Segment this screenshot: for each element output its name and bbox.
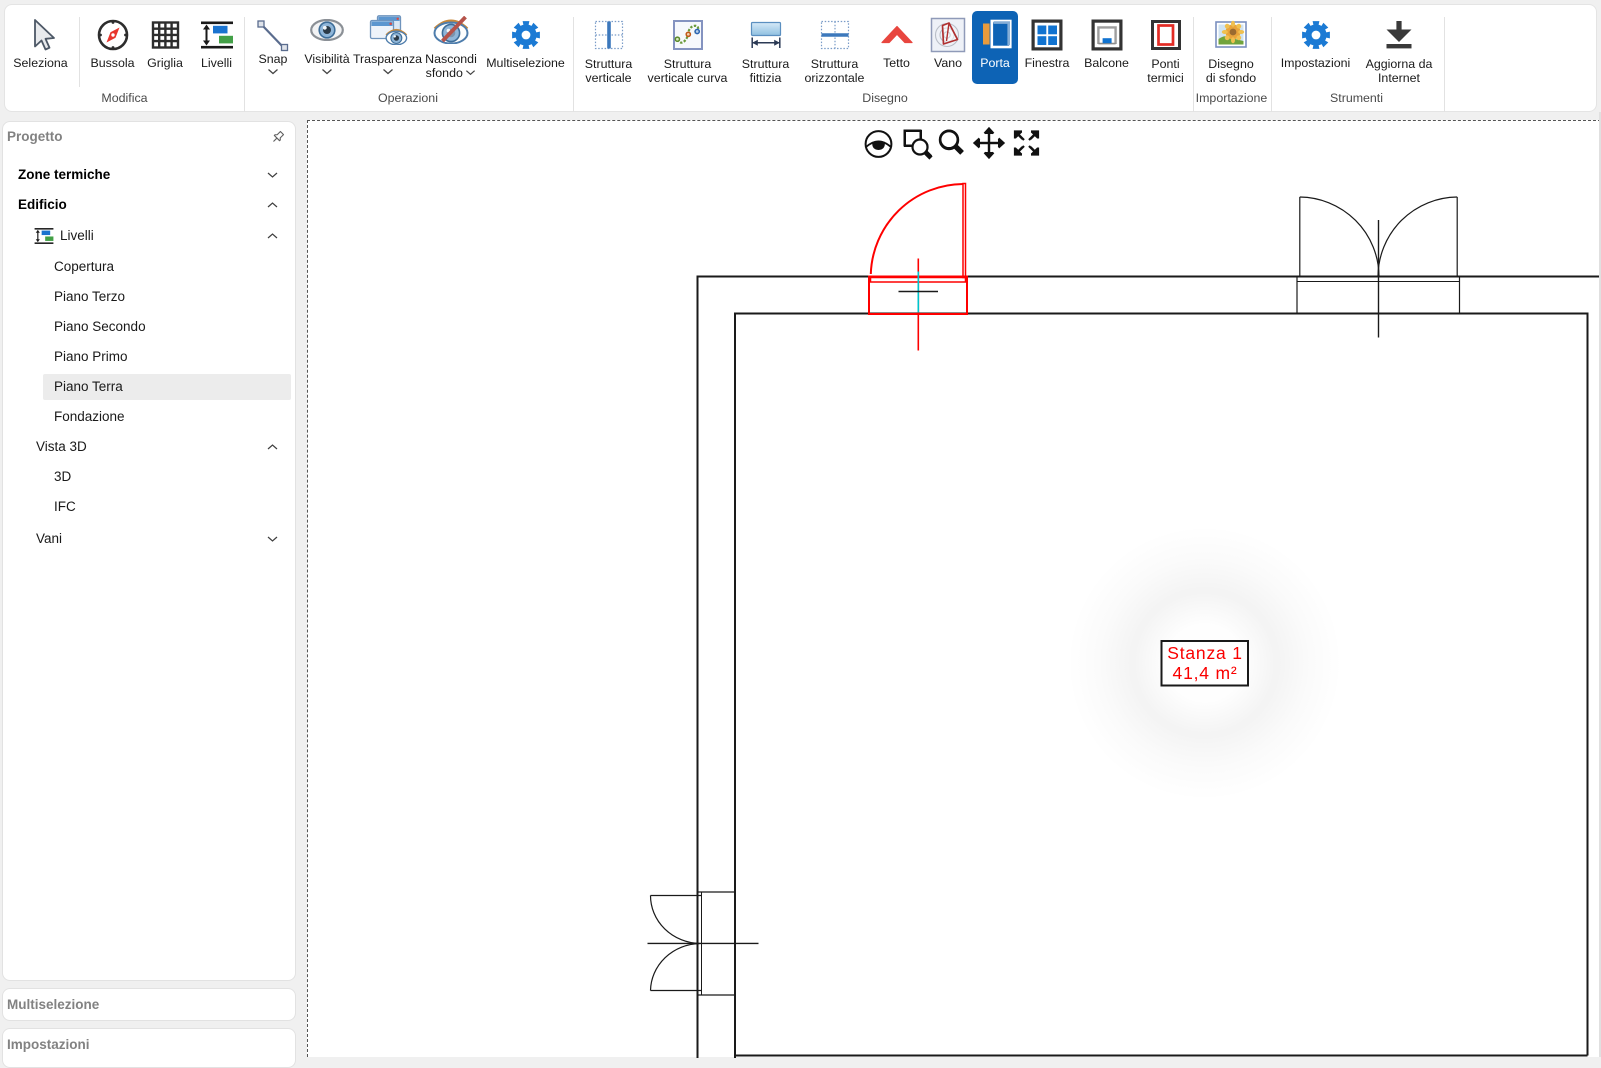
svg-text:41,4 m²: 41,4 m² [1173, 663, 1238, 683]
svg-text:Stanza 1: Stanza 1 [1167, 643, 1242, 663]
